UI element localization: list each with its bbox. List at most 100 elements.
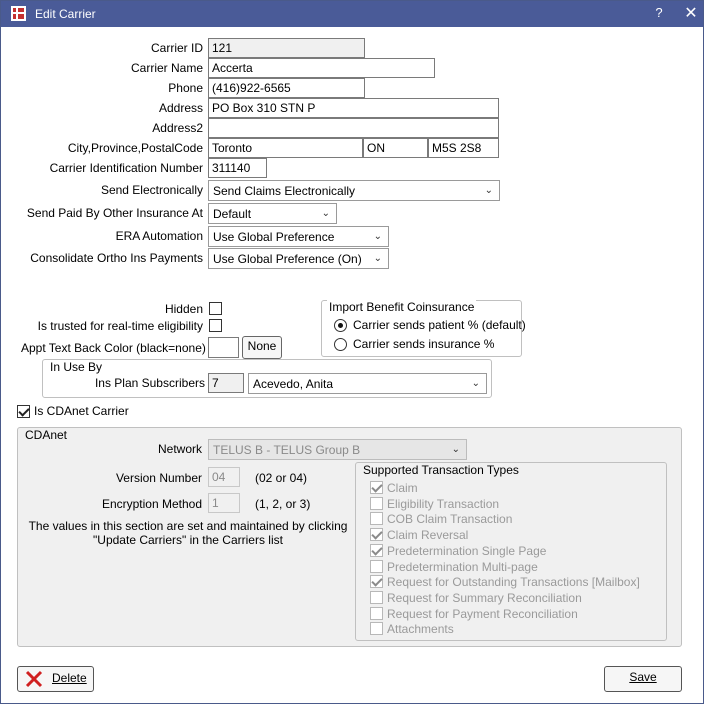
transaction-label: Request for Payment Reconciliation	[387, 606, 578, 621]
send-paid-by-other-value: Default	[213, 207, 252, 221]
chevron-down-icon: ⌄	[373, 253, 382, 264]
address-field[interactable]: PO Box 310 STN P	[208, 98, 499, 118]
send-paid-by-other-select[interactable]: Default ⌄	[208, 203, 337, 224]
transaction-label: Claim Reversal	[387, 528, 469, 543]
none-color-button[interactable]: None	[242, 336, 282, 359]
import-benefit-title: Import Benefit Coinsurance	[327, 300, 477, 314]
city-field[interactable]: Toronto	[208, 138, 363, 158]
transaction-label: Eligibility Transaction	[387, 496, 500, 511]
window-title: Edit Carrier	[35, 7, 96, 21]
consolidate-ortho-label: Consolidate Ortho Ins Payments	[30, 251, 203, 265]
chevron-down-icon: ⌄	[484, 185, 493, 196]
save-button[interactable]: Save	[604, 666, 682, 692]
version-number-hint: (02 or 04)	[255, 471, 308, 485]
transaction-checkbox[interactable]	[370, 496, 383, 510]
transaction-checkbox[interactable]	[370, 590, 383, 604]
encryption-method-field[interactable]: 1	[208, 493, 240, 513]
radio-insurance-percent-label: Carrier sends insurance %	[353, 337, 495, 351]
transaction-label: COB Claim Transaction	[387, 512, 513, 527]
carrier-name-field[interactable]: Accerta	[208, 58, 435, 78]
era-automation-label: ERA Automation	[115, 229, 203, 243]
transaction-checkbox[interactable]	[370, 559, 383, 573]
network-select[interactable]: TELUS B - TELUS Group B ⌄	[208, 439, 467, 460]
phone-label: Phone	[168, 81, 203, 95]
transaction-label: Request for Summary Reconciliation	[387, 590, 582, 605]
version-number-field[interactable]: 04	[208, 467, 240, 487]
era-automation-select[interactable]: Use Global Preference ⌄	[208, 226, 389, 247]
network-value: TELUS B - TELUS Group B	[213, 443, 361, 457]
phone-field[interactable]: (416)922-6565	[208, 78, 365, 98]
transaction-checkbox[interactable]	[370, 606, 383, 620]
carrier-identification-number-label: Carrier Identification Number	[49, 161, 203, 175]
app-icon	[11, 6, 26, 21]
help-button[interactable]: ?	[650, 5, 668, 23]
encryption-method-hint: (1, 2, or 3)	[255, 497, 311, 511]
chevron-down-icon: ⌄	[451, 444, 460, 455]
is-cdanet-carrier-label: Is CDAnet Carrier	[34, 404, 129, 418]
carrier-id-field[interactable]: 121	[208, 38, 365, 58]
delete-x-icon	[25, 670, 43, 688]
supported-transactions-title: Supported Transaction Types	[361, 463, 521, 477]
cdanet-note-line1: The values in this section are set and m…	[28, 519, 348, 533]
send-electronically-select[interactable]: Send Claims Electronically ⌄	[208, 180, 500, 201]
appt-text-color-label: Appt Text Back Color (black=none)	[21, 341, 206, 355]
consolidate-ortho-value: Use Global Preference (On)	[213, 252, 362, 266]
chevron-down-icon: ⌄	[471, 378, 480, 389]
radio-patient-percent-label: Carrier sends patient % (default)	[353, 318, 526, 332]
encryption-method-label: Encryption Method	[101, 497, 202, 511]
is-cdanet-carrier-checkbox[interactable]	[17, 405, 30, 418]
ins-plan-subscribers-select[interactable]: Acevedo, Anita ⌄	[248, 373, 487, 394]
ins-plan-subscribers-count: 7	[208, 373, 244, 393]
era-automation-value: Use Global Preference	[213, 230, 335, 244]
carrier-name-label: Carrier Name	[130, 61, 203, 75]
carrier-id-label: Carrier ID	[150, 41, 203, 55]
postal-code-field[interactable]: M5S 2S8	[428, 138, 499, 158]
transaction-checkbox[interactable]	[370, 512, 383, 526]
transaction-checkbox[interactable]	[370, 622, 383, 636]
cdanet-note-line2: "Update Carriers" in the Carriers list	[93, 533, 283, 547]
transaction-checkbox[interactable]	[370, 481, 383, 494]
close-button[interactable]: ✕	[681, 3, 701, 25]
transaction-label: Claim	[387, 481, 418, 495]
in-use-by-title: In Use By	[48, 360, 105, 374]
network-label: Network	[157, 442, 202, 456]
city-province-postal-label: City,Province,PostalCode	[67, 141, 203, 155]
radio-patient-percent[interactable]	[334, 319, 347, 332]
version-number-label: Version Number	[115, 471, 202, 485]
radio-insurance-percent[interactable]	[334, 338, 347, 351]
address2-field[interactable]	[208, 118, 499, 138]
chevron-down-icon: ⌄	[321, 208, 330, 219]
chevron-down-icon: ⌄	[373, 231, 382, 242]
transaction-checkbox[interactable]	[370, 543, 383, 557]
transaction-label: Attachments	[387, 622, 454, 637]
hidden-label: Hidden	[164, 302, 203, 316]
supported-transactions-group: Supported Transaction Types Claim Eligibi…	[355, 462, 667, 641]
cdanet-note: The values in this section are set and m…	[18, 519, 358, 547]
ins-plan-subscriber-value: Acevedo, Anita	[253, 377, 334, 391]
in-use-by-group: In Use By Ins Plan Subscribers 7 Acevedo…	[42, 359, 492, 398]
title-bar: Edit Carrier ? ✕	[1, 1, 703, 27]
hidden-checkbox[interactable]	[209, 302, 222, 315]
appt-text-color-swatch[interactable]	[208, 337, 239, 358]
trusted-label: Is trusted for real-time eligibility	[37, 319, 203, 333]
send-electronically-value: Send Claims Electronically	[213, 184, 356, 198]
address2-label: Address2	[152, 121, 203, 135]
consolidate-ortho-select[interactable]: Use Global Preference (On) ⌄	[208, 248, 389, 269]
cdanet-group: CDAnet Network TELUS B - TELUS Group B ⌄…	[17, 427, 682, 647]
import-benefit-group: Import Benefit Coinsurance Carrier sends…	[321, 300, 526, 357]
send-paid-by-other-label: Send Paid By Other Insurance At	[26, 206, 203, 220]
province-field[interactable]: ON	[363, 138, 428, 158]
transaction-label: Predetermination Multi-page	[387, 559, 538, 574]
carrier-identification-number-field[interactable]: 311140	[208, 158, 267, 178]
transaction-checkbox[interactable]	[370, 575, 383, 589]
transaction-label: Request for Outstanding Transactions [Ma…	[387, 575, 640, 590]
trusted-checkbox[interactable]	[209, 319, 222, 332]
edit-carrier-window: Edit Carrier ? ✕ Carrier ID 121 Carrier …	[0, 0, 704, 704]
transaction-checkbox[interactable]	[370, 528, 383, 542]
transaction-label: Predetermination Single Page	[387, 543, 547, 558]
ins-plan-subscribers-label: Ins Plan Subscribers	[94, 376, 205, 390]
delete-button-label: Delete	[52, 671, 87, 685]
delete-button[interactable]: Delete	[17, 666, 94, 692]
address-label: Address	[158, 101, 203, 115]
save-button-label: Save	[629, 670, 657, 684]
